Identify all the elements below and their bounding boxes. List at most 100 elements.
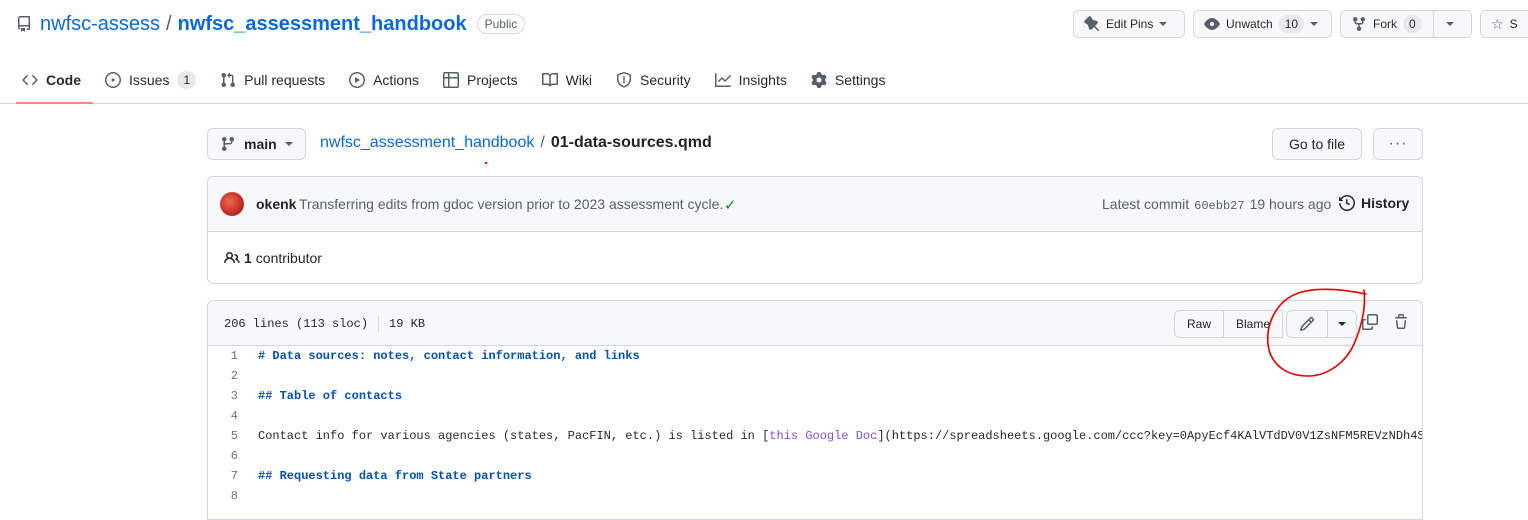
go-to-file-button[interactable]: Go to file: [1272, 128, 1363, 160]
tab-label: Wiki: [565, 72, 593, 88]
code-line: 8: [208, 486, 1422, 506]
commit-author[interactable]: okenk: [256, 196, 296, 212]
contributors-row[interactable]: 1 contributor: [224, 250, 322, 266]
latest-commit-box: okenk Transferring edits from gdoc versi…: [207, 176, 1423, 284]
people-icon: [224, 251, 240, 264]
code-line: 4: [208, 406, 1422, 426]
commit-sha[interactable]: 60ebb27: [1194, 199, 1244, 213]
star-label: S: [1509, 17, 1518, 31]
tab-label: Code: [46, 72, 81, 88]
issue-icon: [105, 72, 121, 88]
branch-icon: [221, 137, 234, 152]
star-button[interactable]: ☆ S: [1480, 10, 1528, 38]
unwatch-label: Unwatch: [1226, 17, 1273, 31]
line-number[interactable]: 1: [208, 349, 248, 363]
check-icon[interactable]: ✓: [724, 196, 737, 214]
tab-projects[interactable]: Projects: [437, 62, 530, 98]
code-line: 6: [208, 446, 1422, 466]
eye-icon: [1204, 18, 1220, 30]
visibility-badge: Public: [476, 14, 526, 34]
branch-selector[interactable]: main: [207, 128, 306, 160]
repo-separator: /: [166, 12, 172, 35]
avatar[interactable]: [220, 192, 244, 216]
chevron-down-icon: [1338, 322, 1346, 326]
tab-issues[interactable]: Issues 1: [99, 62, 208, 98]
history-icon: [1339, 195, 1355, 211]
breadcrumb: nwfsc_assessment_handbook / 01-data-sour…: [320, 134, 712, 152]
code-line: 7 ## Requesting data from State partners: [208, 466, 1422, 486]
raw-button[interactable]: Raw: [1174, 310, 1225, 338]
unwatch-button[interactable]: Unwatch 10: [1193, 10, 1332, 38]
table-icon: [443, 72, 460, 88]
kebab-icon: ···: [1388, 135, 1408, 152]
line-content: ## Table of contacts: [258, 389, 403, 403]
tab-security[interactable]: Security: [610, 62, 703, 98]
watch-count: 10: [1278, 15, 1305, 33]
repo-actions: Edit Pins Unwatch 10 Fork 0 ☆ S: [1073, 10, 1528, 38]
raw-blame-group: Raw Blame: [1174, 310, 1284, 338]
fork-label: Fork: [1373, 17, 1397, 31]
breadcrumb-file-name: 01-data-sources.qmd: [550, 134, 712, 151]
graph-icon: [714, 73, 731, 87]
shield-icon: [617, 72, 632, 88]
tab-pull-requests[interactable]: Pull requests: [214, 62, 337, 98]
tab-insights[interactable]: Insights: [709, 62, 799, 98]
tab-actions[interactable]: Actions: [343, 62, 431, 98]
blame-button[interactable]: Blame: [1224, 310, 1284, 338]
repo-name-link[interactable]: nwfsc_assessment_handbook: [178, 13, 467, 36]
edit-pins-button[interactable]: Edit Pins: [1073, 10, 1185, 38]
pin-icon: [1084, 16, 1100, 32]
pencil-icon: [1299, 316, 1315, 332]
line-number[interactable]: 2: [208, 369, 248, 383]
divider: [378, 316, 380, 332]
line-number[interactable]: 7: [208, 469, 248, 483]
tab-label: Pull requests: [244, 72, 326, 88]
chevron-down-icon: [1159, 22, 1168, 26]
tab-label: Actions: [373, 72, 420, 88]
fork-dropdown-button[interactable]: [1434, 10, 1472, 38]
line-text-post: ](https://spreadsheets.google.com/ccc?ke…: [877, 429, 1422, 443]
line-number[interactable]: 8: [208, 489, 248, 503]
commit-row: okenk Transferring edits from gdoc versi…: [208, 177, 1422, 232]
contributors-count: 1: [244, 250, 252, 266]
commit-message[interactable]: Transferring edits from gdoc version pri…: [299, 196, 723, 212]
tab-settings[interactable]: Settings: [805, 62, 898, 98]
tab-label: Issues: [129, 72, 170, 88]
line-number[interactable]: 3: [208, 389, 248, 403]
code-icon: [22, 75, 38, 85]
edit-group: [1286, 310, 1357, 338]
line-number[interactable]: 5: [208, 429, 248, 443]
chevron-down-icon: [284, 142, 293, 146]
copy-icon[interactable]: [1362, 314, 1378, 330]
file-navigation: main nwfsc_assessment_handbook / 01-data…: [207, 128, 1423, 164]
repo-icon: [17, 16, 30, 32]
line-number[interactable]: 4: [208, 409, 248, 423]
tab-code[interactable]: Code: [16, 62, 93, 104]
tab-wiki[interactable]: Wiki: [536, 62, 604, 98]
latest-commit-info: Latest commit 60ebb27 19 hours ago: [1102, 196, 1331, 213]
edit-pins-label: Edit Pins: [1106, 17, 1154, 31]
book-icon: [541, 72, 558, 87]
breadcrumb-repo-link[interactable]: nwfsc_assessment_handbook: [320, 134, 534, 152]
repo-tabs: Code Issues 1 Pull requests Actions Proj…: [16, 62, 903, 104]
latest-commit-label: Latest commit: [1102, 196, 1190, 212]
branch-name: main: [244, 136, 277, 152]
tab-label: Insights: [738, 72, 787, 88]
star-icon: ☆: [1491, 15, 1504, 32]
edit-dropdown-button[interactable]: [1328, 310, 1357, 338]
code-line: 3 ## Table of contacts: [208, 386, 1422, 406]
edit-button[interactable]: [1286, 310, 1328, 338]
issues-count: 1: [177, 71, 197, 89]
repo-title: nwfsc-assess / nwfsc_assessment_handbook…: [16, 12, 526, 36]
fork-button[interactable]: Fork 0: [1340, 10, 1434, 38]
history-link[interactable]: History: [1339, 195, 1409, 211]
file-size: 19 KB: [389, 317, 426, 331]
trash-icon[interactable]: [1393, 314, 1409, 330]
repo-owner-link[interactable]: nwfsc-assess: [40, 13, 160, 36]
line-number[interactable]: 6: [208, 449, 248, 463]
tab-label: Settings: [834, 72, 886, 88]
repo-header: nwfsc-assess / nwfsc_assessment_handbook…: [0, 0, 1528, 104]
code-view: 1 # Data sources: notes, contact informat…: [208, 346, 1422, 506]
more-options-button[interactable]: ···: [1373, 128, 1423, 160]
commit-time: 19 hours ago: [1249, 196, 1332, 212]
